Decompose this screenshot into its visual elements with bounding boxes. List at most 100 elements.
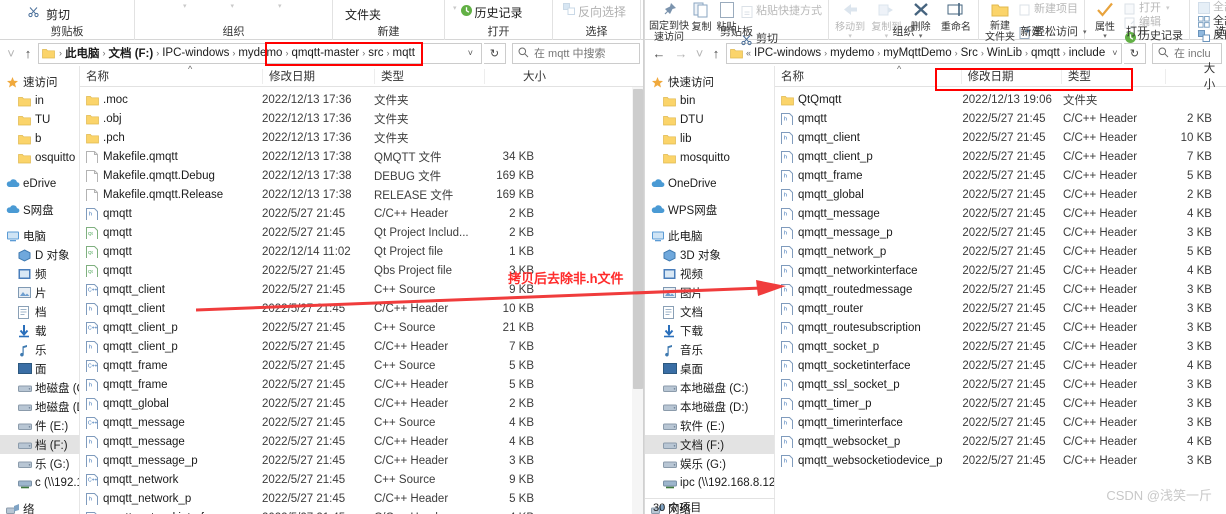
breadcrumb-item-6[interactable]: include <box>1067 47 1107 59</box>
nav-item-g[interactable]: 乐 (G:) <box>0 454 79 473</box>
nav-item-f[interactable]: 档 (F:) <box>0 435 79 454</box>
chevron-down-icon[interactable]: ˅ <box>4 43 18 63</box>
table-row[interactable]: QtQmqtt 2022/12/13 19:06 文件夹 <box>775 90 1226 109</box>
nav-item-dtu[interactable]: DTU <box>645 110 774 129</box>
breadcrumb-item-0[interactable]: 此电脑 <box>63 45 102 61</box>
history-button-label[interactable]: 历史记录 <box>475 4 523 21</box>
table-row[interactable]: h qmqtt_global 2022/5/27 21:45 C/C++ Header… <box>80 394 644 413</box>
table-row[interactable]: h qmqtt_ssl_socket_p 2022/5/27 21:45 C/C++ … <box>775 375 1226 394</box>
table-row[interactable]: hqmqtt_networkinterface2022/5/27 21:45C/… <box>775 261 1226 280</box>
table-row[interactable]: h qmqtt_timerinterface 2022/5/27 21:45 C/C+… <box>775 413 1226 432</box>
table-row[interactable]: Makefile.qmqtt.Debug 2022/12/13 17:38 DEBU… <box>80 166 644 185</box>
nav-item-lib[interactable]: lib <box>645 129 774 148</box>
table-row[interactable]: C++ qmqtt_client_p 2022/5/27 21:45 C++ Sour… <box>80 318 644 337</box>
nav-item-[interactable]: 快速访问 <box>645 72 774 91</box>
table-row[interactable]: h qmqtt_socket_p 2022/5/27 21:45 C/C++ Head… <box>775 337 1226 356</box>
nav-item-c[interactable]: 地磁盘 (C:) <box>0 378 79 397</box>
column-header-type[interactable]: 类型 <box>1060 68 1165 84</box>
table-row[interactable]: h qmqtt 2022/5/27 21:45 C/C++ Header 2 KB <box>80 204 644 223</box>
table-row[interactable]: C++ qmqtt_network 2022/5/27 21:45 C++ Sourc… <box>80 470 644 489</box>
nav-item-[interactable]: 桌面 <box>645 359 774 378</box>
table-row[interactable]: h qmqtt_client_p 2022/5/27 21:45 C/C++ Head… <box>80 337 644 356</box>
table-row[interactable]: hqmqtt_networkinterface2022/5/27 21:45C/… <box>80 508 644 514</box>
open-button[interactable]: 打开 ▾ <box>1124 2 1183 15</box>
breadcrumb-item-5[interactable]: qmqtt <box>1029 47 1062 59</box>
table-row[interactable]: h qmqtt_global 2022/5/27 21:45 C/C++ Header… <box>775 185 1226 204</box>
left-navigation-pane[interactable]: 速访问 in TU b osquitto eDrive S网盘 电脑 D 对象频片档载乐面地磁盘… <box>0 66 80 514</box>
column-header-size[interactable]: 大小 <box>484 68 548 84</box>
nav-item-s[interactable]: S网盘 <box>0 200 79 219</box>
nav-item-e[interactable]: 软件 (E:) <box>645 416 774 435</box>
back-arrow-icon[interactable]: ← <box>649 43 669 63</box>
nav-item-d[interactable]: 地磁盘 (D:) <box>0 397 79 416</box>
table-row[interactable]: h qmqtt_routedmessage 2022/5/27 21:45 C/C++… <box>775 280 1226 299</box>
nav-item-e[interactable]: 件 (E:) <box>0 416 79 435</box>
table-row[interactable]: Qt qmqtt 2022/5/27 21:45 Qt Project Includ.… <box>80 223 644 242</box>
nav-item-[interactable]: 络 <box>0 499 79 514</box>
nav-item-[interactable]: 电脑 <box>0 226 79 245</box>
table-row[interactable]: h qmqtt_client_p 2022/5/27 21:45 C/C++ Head… <box>775 147 1226 166</box>
nav-item-d[interactable]: 本地磁盘 (D:) <box>645 397 774 416</box>
table-row[interactable]: .pch 2022/12/13 17:36 文件夹 <box>80 128 644 147</box>
table-row[interactable]: h qmqtt_network_p 2022/5/27 21:45 C/C++ Hea… <box>80 489 644 508</box>
nav-item-[interactable]: 面 <box>0 359 79 378</box>
table-row[interactable]: C++ qmqtt_message 2022/5/27 21:45 C++ Sourc… <box>80 413 644 432</box>
select-all-button[interactable]: 全部选择 <box>1198 1 1226 14</box>
breadcrumb-item-2[interactable]: IPC-windows <box>160 47 231 59</box>
table-row[interactable]: h qmqtt_message_p 2022/5/27 21:45 C/C++ Hea… <box>775 223 1226 242</box>
table-row[interactable]: h qmqtt_frame 2022/5/27 21:45 C/C++ Header 5… <box>80 375 644 394</box>
nav-item-edrive[interactable]: eDrive <box>0 174 79 193</box>
chevron-down-icon[interactable]: ▾ <box>1166 5 1170 12</box>
nav-item-c1921688122[interactable]: c (\\192.168.8.122) <box>0 473 79 492</box>
breadcrumb-item-3[interactable]: Src <box>959 47 980 59</box>
nav-item-bin[interactable]: bin <box>645 91 774 110</box>
table-row[interactable]: h qmqtt_message_p 2022/5/27 21:45 C/C++ Hea… <box>80 451 644 470</box>
table-row[interactable]: .obj 2022/12/13 17:36 文件夹 <box>80 109 644 128</box>
table-row[interactable]: Makefile.qmqtt.Release 2022/12/13 17:38 RE… <box>80 185 644 204</box>
up-arrow-icon[interactable]: ↑ <box>20 43 36 63</box>
breadcrumb-item-1[interactable]: mydemo <box>828 47 876 59</box>
column-header-date[interactable]: 修改日期 <box>262 68 374 84</box>
breadcrumb-item-0[interactable]: IPC-windows <box>752 47 823 59</box>
nav-item-d[interactable]: D 对象 <box>0 245 79 264</box>
cut-button-label[interactable]: 剪切 <box>46 6 70 23</box>
nav-item-[interactable]: 载 <box>0 321 79 340</box>
chevron-down-icon[interactable]: ▾ <box>453 4 457 12</box>
nav-item-[interactable]: 乐 <box>0 340 79 359</box>
table-row[interactable]: h qmqtt_timer_p 2022/5/27 21:45 C/C++ Heade… <box>775 394 1226 413</box>
nav-item-mosquitto[interactable]: mosquitto <box>645 148 774 167</box>
refresh-icon[interactable]: ↻ <box>1124 42 1146 64</box>
breadcrumb-item-4[interactable]: WinLib <box>985 47 1024 59</box>
breadcrumb-item-3[interactable]: mydemo <box>236 47 284 59</box>
breadcrumb-overflow[interactable]: « <box>745 48 752 58</box>
nav-item-b[interactable]: b <box>0 129 79 148</box>
nav-item-g[interactable]: 娱乐 (G:) <box>645 454 774 473</box>
table-row[interactable]: h qmqtt_websocket_p 2022/5/27 21:45 C/C++ H… <box>775 432 1226 451</box>
breadcrumb-item-4[interactable]: qmqtt-master <box>289 47 361 59</box>
nav-item-f[interactable]: 文档 (F:) <box>645 435 774 454</box>
column-header-name[interactable]: 名称 <box>80 69 262 84</box>
table-row[interactable]: h qmqtt_frame 2022/5/27 21:45 C/C++ Header 5… <box>775 166 1226 185</box>
chevron-down-icon[interactable]: ˅ <box>1107 48 1121 58</box>
table-row[interactable]: h qmqtt_network_p 2022/5/27 21:45 C/C++ Hea… <box>775 242 1226 261</box>
table-row[interactable]: Makefile.qmqtt 2022/12/13 17:38 QMQTT 文件 34… <box>80 147 644 166</box>
chevron-down-icon[interactable]: ˅ <box>463 48 478 58</box>
table-row[interactable]: h qmqtt_routesubscription 2022/5/27 21:45 C… <box>775 318 1226 337</box>
new-folder-button-label[interactable]: 文件夹 <box>345 6 381 23</box>
table-row[interactable]: h qmqtt_websocketiodevice_p 2022/5/27 21:4… <box>775 451 1226 470</box>
breadcrumb-item-1[interactable]: 文档 (F:) <box>107 45 156 61</box>
chevron-down-icon[interactable]: ▾ <box>278 3 282 10</box>
table-row[interactable]: .moc 2022/12/13 17:36 文件夹 <box>80 90 644 109</box>
left-search-input[interactable]: 在 mqtt 中搜索 <box>512 42 640 64</box>
table-row[interactable]: h qmqtt_client 2022/5/27 21:45 C/C++ Header… <box>775 128 1226 147</box>
column-header-date[interactable]: 修改日期 <box>960 68 1061 84</box>
table-row[interactable]: Qt qmqtt 2022/12/14 11:02 Qt Project file 1 … <box>80 242 644 261</box>
column-header-type[interactable]: 类型 <box>374 68 484 84</box>
chevron-down-icon[interactable]: ˅ <box>693 43 706 63</box>
table-row[interactable]: h qmqtt 2022/5/27 21:45 C/C++ Header 2 KB <box>775 109 1226 128</box>
nav-item-3d[interactable]: 3D 对象 <box>645 245 774 264</box>
new-item-button[interactable]: 新建项目 <box>1019 3 1087 16</box>
table-row[interactable]: h qmqtt_router 2022/5/27 21:45 C/C++ Header… <box>775 299 1226 318</box>
table-row[interactable]: h qmqtt_message 2022/5/27 21:45 C/C++ Heade… <box>80 432 644 451</box>
column-header-size[interactable]: 大小 <box>1164 63 1226 91</box>
